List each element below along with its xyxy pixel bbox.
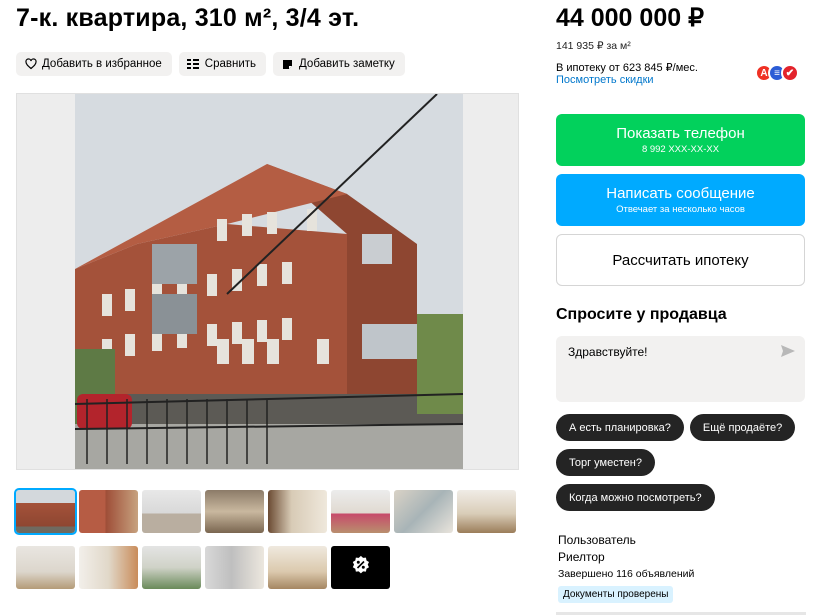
compare-icon <box>187 58 200 71</box>
message-text: Здравствуйте! <box>568 345 648 359</box>
bank-logos[interactable]: А ≡ ✔ <box>755 64 799 82</box>
add-to-favorites-label: Добавить в избранное <box>42 58 162 70</box>
add-note-label: Добавить заметку <box>299 58 395 70</box>
quick-question-chip[interactable]: Когда можно посмотреть? <box>556 484 715 511</box>
thumbnail[interactable] <box>79 546 138 589</box>
thumbnail[interactable] <box>205 490 264 533</box>
seller-name[interactable]: Пользователь <box>558 533 636 547</box>
thumbnail[interactable] <box>457 490 516 533</box>
mortgage-payment: В ипотеку от 623 845 ₽/мес. <box>556 62 698 74</box>
thumbnail[interactable] <box>14 488 77 535</box>
thumbnail[interactable] <box>205 546 264 589</box>
listing-actions: Добавить в избранное Сравнить Добавить з… <box>16 52 405 76</box>
send-icon[interactable] <box>781 345 795 360</box>
seller-completed-count[interactable]: Завершено 116 объявлений <box>558 568 694 580</box>
quick-question-chip[interactable]: Ещё продаёте? <box>689 414 796 441</box>
listing-title: 7-к. квартира, 310 м², 3/4 эт. <box>16 4 360 32</box>
price: 44 000 000 ₽ <box>556 4 704 32</box>
thumbnail[interactable] <box>268 546 327 589</box>
more-photos-button[interactable] <box>331 546 390 589</box>
price-per-m2: 141 935 ₽ за м² <box>556 40 631 52</box>
reply-time: Отвечает за несколько часов <box>616 204 745 215</box>
photo-thumbnails <box>14 488 516 602</box>
seller-type: Риелтор <box>558 550 605 564</box>
write-message-button[interactable]: Написать сообщение Отвечает за несколько… <box>556 174 805 226</box>
show-phone-label: Показать телефон <box>616 125 745 142</box>
bank-icon: ✔ <box>781 64 799 82</box>
note-icon <box>281 58 294 71</box>
ask-seller-title: Спросите у продавца <box>556 306 727 323</box>
thumbnail[interactable] <box>394 490 453 533</box>
calculate-mortgage-label: Рассчитать ипотеку <box>612 251 749 269</box>
thumbnail[interactable] <box>331 490 390 533</box>
write-message-label: Написать сообщение <box>606 185 755 202</box>
thumbnail[interactable] <box>142 546 201 589</box>
add-note-button[interactable]: Добавить заметку <box>273 52 405 76</box>
compare-button[interactable]: Сравнить <box>178 52 267 76</box>
thumbnail[interactable] <box>16 546 75 589</box>
add-to-favorites-button[interactable]: Добавить в избранное <box>16 52 172 76</box>
percent-more-icon <box>351 555 371 580</box>
thumbnail[interactable] <box>142 490 201 533</box>
view-discounts-link[interactable]: Посмотреть скидки <box>556 74 654 86</box>
quick-question-chip[interactable]: А есть планировка? <box>556 414 684 441</box>
show-phone-button[interactable]: Показать телефон 8 992 XXX-XX-XX <box>556 114 805 166</box>
compare-label: Сравнить <box>204 58 257 70</box>
quick-question-chip[interactable]: Торг уместен? <box>556 449 655 476</box>
thumbnail[interactable] <box>268 490 327 533</box>
message-input[interactable]: Здравствуйте! <box>556 336 805 402</box>
documents-verified-badge: Документы проверены <box>558 586 674 603</box>
quick-questions: А есть планировка? Ещё продаёте? Торг ум… <box>556 414 811 511</box>
heart-icon <box>24 58 37 71</box>
main-photo[interactable] <box>16 93 519 470</box>
phone-masked: 8 992 XXX-XX-XX <box>641 144 720 155</box>
thumbnail[interactable] <box>79 490 138 533</box>
calculate-mortgage-button[interactable]: Рассчитать ипотеку <box>556 234 805 286</box>
